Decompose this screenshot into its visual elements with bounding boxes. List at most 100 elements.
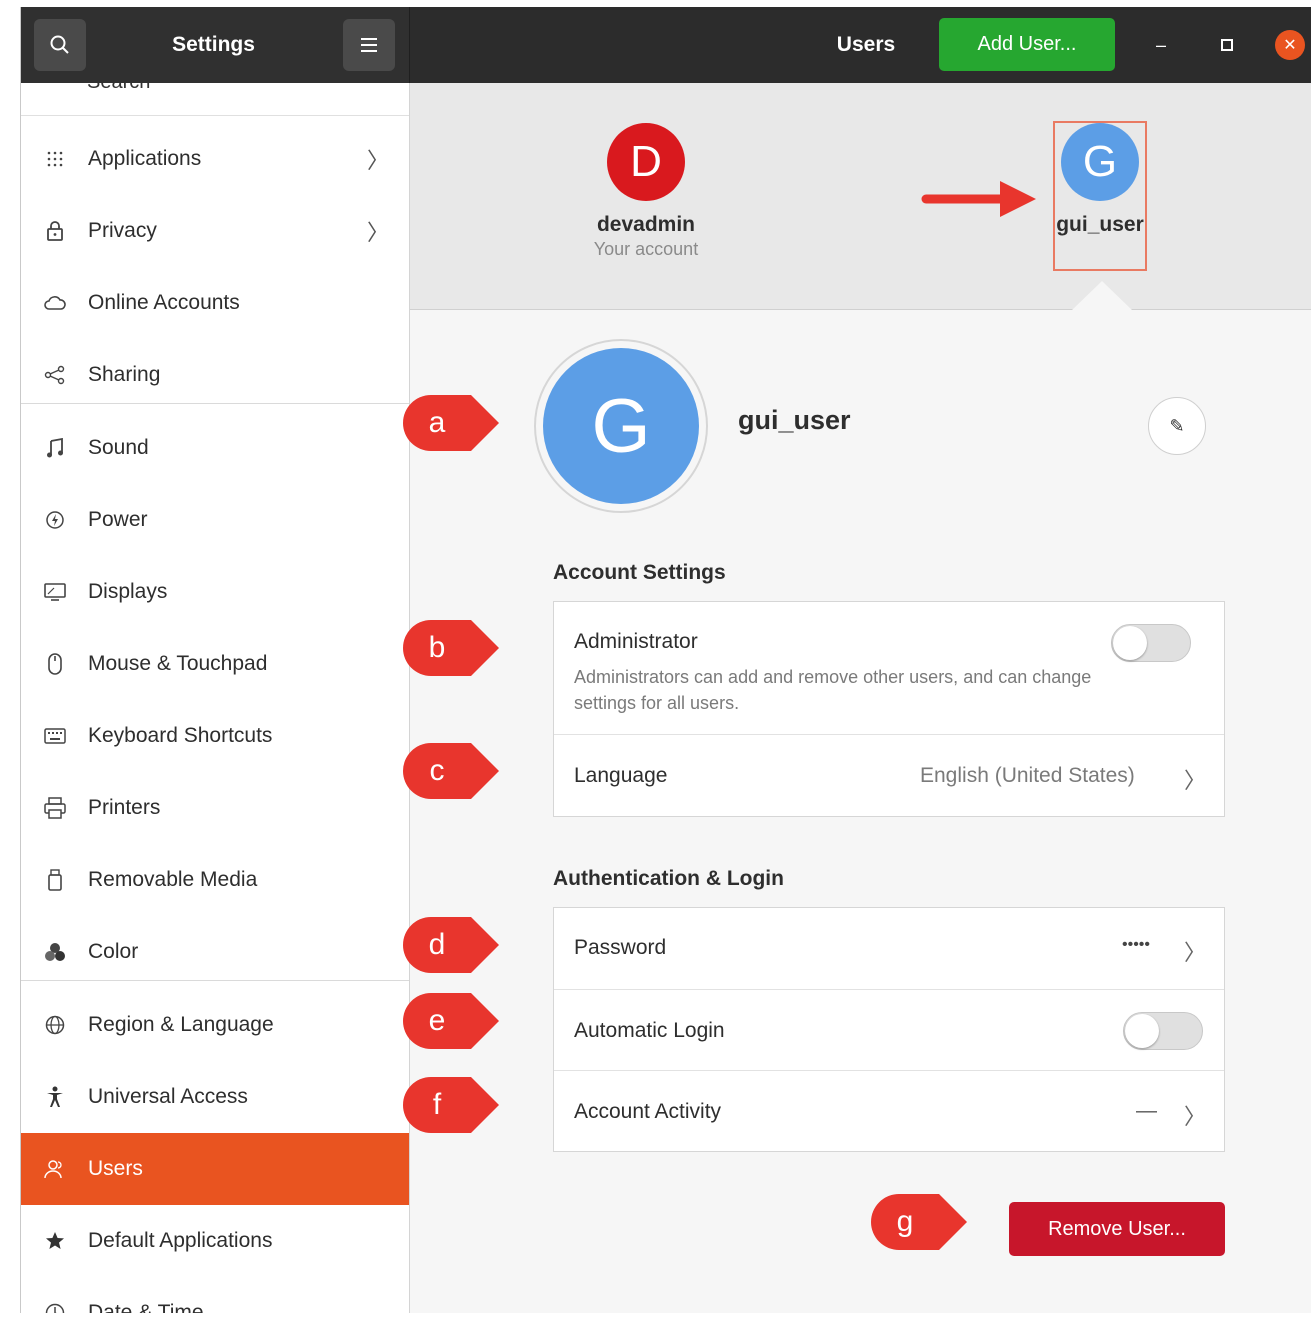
- printer-icon: [43, 796, 67, 820]
- search-button[interactable]: [34, 19, 86, 71]
- sidebar-item-mouse-touchpad[interactable]: Mouse & Touchpad: [21, 628, 409, 700]
- sidebar-item-keyboard-shortcuts[interactable]: Keyboard Shortcuts: [21, 700, 409, 772]
- globe-icon: [43, 1013, 67, 1037]
- administrator-toggle[interactable]: [1111, 624, 1191, 662]
- row-label: Password: [574, 936, 667, 959]
- sidebar-item-label: Applications: [88, 147, 202, 170]
- sidebar-item-printers[interactable]: Printers: [21, 772, 409, 844]
- section-title: Authentication & Login: [553, 867, 784, 890]
- pencil-icon: ✎: [1169, 415, 1185, 436]
- administrator-row[interactable]: Administrator Administrators can add and…: [554, 602, 1224, 734]
- settings-window: Settings Users Add User... – ✕ Search: [20, 7, 1311, 1313]
- sidebar-item-displays[interactable]: Displays: [21, 556, 409, 628]
- sidebar-item-privacy[interactable]: Privacy 〉: [21, 195, 409, 267]
- sidebar-item-default-applications[interactable]: Default Applications: [21, 1205, 409, 1277]
- sidebar-item-label: Privacy: [88, 219, 157, 242]
- callout-label: g: [896, 1205, 914, 1238]
- user-fullname[interactable]: gui_user: [738, 405, 851, 436]
- account-activity-row[interactable]: Account Activity — 〉: [554, 1070, 1224, 1152]
- sidebar-item-label: Sharing: [88, 363, 161, 386]
- edit-name-button[interactable]: ✎: [1148, 397, 1206, 455]
- sidebar-item-region-language[interactable]: Region & Language: [21, 989, 409, 1061]
- menu-button[interactable]: [343, 19, 395, 71]
- lock-icon: [43, 219, 67, 243]
- sidebar-item-power[interactable]: Power: [21, 484, 409, 556]
- accessibility-icon: [43, 1085, 67, 1109]
- toggle-knob: [1125, 1014, 1159, 1048]
- toggle-knob: [1113, 626, 1147, 660]
- callout-marker: a: [401, 393, 531, 453]
- avatar: G: [543, 348, 699, 504]
- keyboard-icon: [43, 724, 67, 748]
- sidebar-item-label: Universal Access: [88, 1085, 248, 1108]
- header-bar: Settings Users Add User... – ✕: [21, 7, 1311, 83]
- sidebar-item-applications[interactable]: Applications 〉: [21, 123, 409, 195]
- avatar-button[interactable]: G: [534, 339, 708, 513]
- account-settings-list: Administrator Administrators can add and…: [553, 601, 1225, 817]
- sidebar-item-label: Color: [88, 940, 139, 963]
- share-icon: [43, 363, 67, 387]
- sidebar-header: Settings: [21, 7, 410, 83]
- selection-pointer: [1072, 281, 1132, 310]
- user-carousel: D devadmin Your account G gui_user: [410, 83, 1311, 310]
- cloud-icon: [43, 291, 67, 315]
- avatar: D: [607, 123, 685, 201]
- chevron-right-icon: 〉: [1184, 768, 1207, 793]
- sidebar-item-removable-media[interactable]: Removable Media: [21, 844, 409, 916]
- sidebar: Search Applications 〉 Privacy 〉 Online A…: [21, 83, 410, 1313]
- sidebar-item-search[interactable]: Search: [21, 83, 409, 116]
- maximize-button[interactable]: [1211, 29, 1243, 61]
- row-label: Account Activity: [574, 1100, 722, 1123]
- hamburger-menu-icon: [361, 38, 377, 52]
- callout-marker: g: [869, 1192, 999, 1252]
- clock-icon: [43, 1301, 67, 1313]
- user-name: devadmin: [596, 213, 696, 236]
- minimize-button[interactable]: –: [1145, 29, 1177, 61]
- chevron-right-icon: 〉: [367, 220, 390, 245]
- sidebar-item-sound[interactable]: Sound: [21, 412, 409, 484]
- chevron-right-icon: 〉: [1184, 1104, 1207, 1129]
- callout-label: a: [428, 406, 446, 439]
- sidebar-item-label: Keyboard Shortcuts: [88, 724, 273, 747]
- automatic-login-row[interactable]: Automatic Login: [554, 989, 1224, 1071]
- authentication-list: Password ••••• 〉 Automatic Login Account…: [553, 907, 1225, 1152]
- sidebar-item-date-time[interactable]: Date & Time: [21, 1277, 409, 1313]
- row-label: Administrator: [574, 630, 698, 653]
- sidebar-item-label: Region & Language: [88, 1013, 274, 1036]
- users-icon: [43, 1157, 67, 1181]
- display-icon: [43, 580, 67, 604]
- sidebar-item-label: Online Accounts: [88, 291, 240, 314]
- mouse-icon: [43, 652, 67, 676]
- language-row[interactable]: Language English (United States) 〉: [554, 734, 1224, 816]
- sidebar-item-label: Users: [88, 1157, 143, 1180]
- sidebar-item-label: Mouse & Touchpad: [88, 652, 268, 675]
- avatar: G: [1061, 123, 1139, 201]
- sidebar-item-label: Search: [87, 83, 150, 94]
- sidebar-item-label: Default Applications: [88, 1229, 273, 1252]
- automatic-login-toggle[interactable]: [1123, 1012, 1203, 1050]
- callout-label: b: [428, 631, 446, 664]
- close-button[interactable]: ✕: [1275, 30, 1305, 60]
- callout-marker: c: [401, 741, 531, 801]
- password-row[interactable]: Password ••••• 〉: [554, 908, 1224, 989]
- remove-user-button[interactable]: Remove User...: [1009, 1202, 1225, 1256]
- sidebar-item-label: Date & Time: [88, 1301, 204, 1313]
- app-title: Settings: [172, 33, 255, 56]
- sidebar-item-color[interactable]: Color: [21, 916, 409, 988]
- sidebar-item-label: Sound: [88, 436, 149, 459]
- page-title: Users: [836, 33, 896, 56]
- power-icon: [43, 508, 67, 532]
- callout-label: e: [428, 1004, 446, 1037]
- star-icon: [43, 1229, 67, 1253]
- row-description: Administrators can add and remove other …: [574, 667, 1092, 713]
- sidebar-item-sharing[interactable]: Sharing: [21, 339, 409, 411]
- add-user-button[interactable]: Add User...: [939, 18, 1115, 71]
- removable-media-icon: [43, 868, 67, 892]
- sidebar-item-online-accounts[interactable]: Online Accounts: [21, 267, 409, 339]
- chevron-right-icon: 〉: [1184, 940, 1207, 965]
- sidebar-item-users[interactable]: Users: [21, 1133, 409, 1205]
- sidebar-item-universal-access[interactable]: Universal Access: [21, 1061, 409, 1133]
- sidebar-divider: [21, 403, 409, 404]
- callout-marker: e: [401, 991, 531, 1051]
- row-value: •••••: [1122, 936, 1151, 953]
